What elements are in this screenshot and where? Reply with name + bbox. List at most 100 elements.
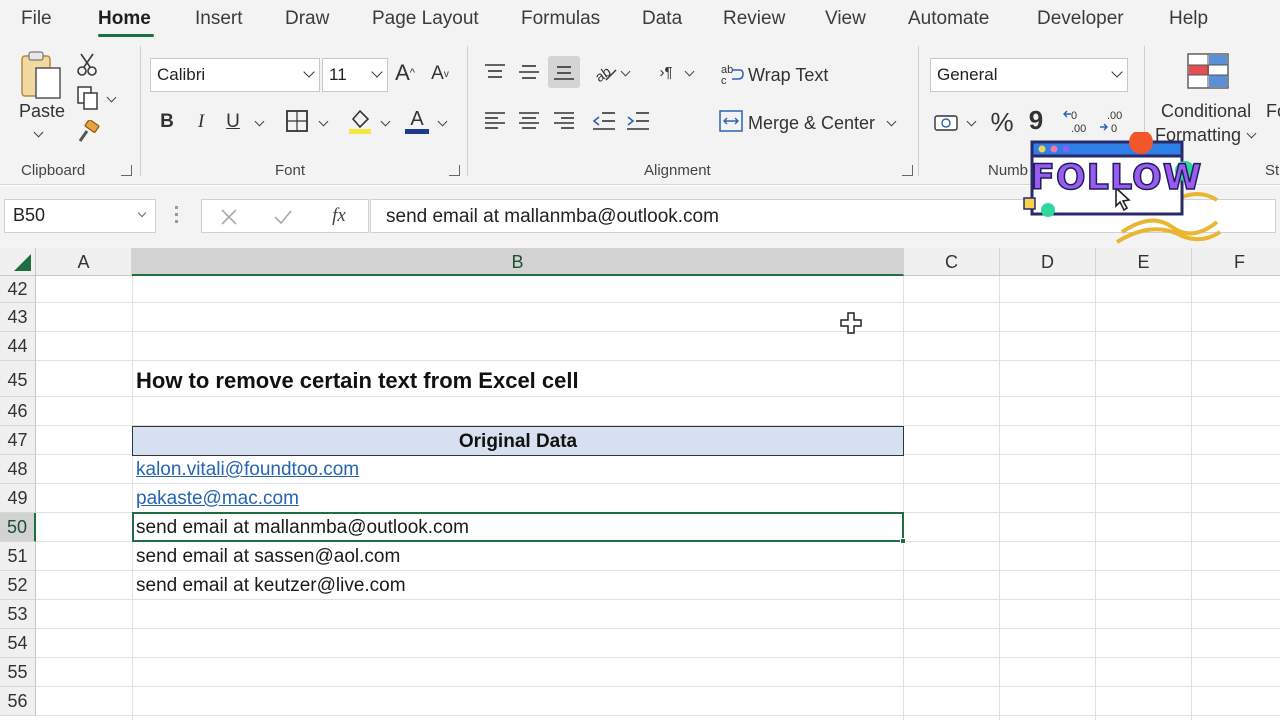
tab-help[interactable]: Help bbox=[1169, 8, 1208, 30]
follow-sticker[interactable]: FOLLOW bbox=[1022, 132, 1222, 244]
column-header-d[interactable]: D bbox=[1000, 248, 1096, 276]
copy-icon[interactable] bbox=[74, 84, 102, 112]
font-color-dropdown-icon[interactable] bbox=[437, 116, 448, 127]
name-box[interactable]: B50 bbox=[4, 199, 156, 233]
decrease-indent-icon[interactable] bbox=[590, 108, 618, 134]
orientation-icon[interactable]: ab bbox=[590, 58, 620, 86]
formula-bar-grip-icon[interactable] bbox=[175, 206, 178, 224]
tab-developer[interactable]: Developer bbox=[1037, 8, 1124, 30]
clipboard-launcher-icon[interactable] bbox=[121, 165, 132, 176]
column-header-c[interactable]: C bbox=[904, 248, 1000, 276]
paste-dropdown-icon[interactable] bbox=[33, 127, 44, 138]
increase-indent-icon[interactable] bbox=[624, 108, 652, 134]
tab-file[interactable]: File bbox=[21, 8, 52, 30]
bold-button[interactable]: B bbox=[156, 108, 178, 136]
tab-automate[interactable]: Automate bbox=[908, 8, 989, 30]
font-size-select[interactable]: 11 bbox=[322, 58, 388, 92]
row-header-43[interactable]: 43 bbox=[0, 303, 36, 332]
row-header-49[interactable]: 49 bbox=[0, 484, 36, 513]
paste-label[interactable]: Paste bbox=[19, 101, 65, 122]
column-header-f[interactable]: F bbox=[1192, 248, 1280, 276]
fill-color-icon[interactable] bbox=[346, 106, 374, 136]
conditional-dropdown-icon[interactable] bbox=[1246, 128, 1257, 139]
row-header-48[interactable]: 48 bbox=[0, 455, 36, 484]
cancel-entry-icon[interactable] bbox=[218, 206, 240, 228]
row-header-42[interactable]: 42 bbox=[0, 276, 36, 303]
wrap-text-label[interactable]: Wrap Text bbox=[748, 65, 828, 86]
tab-review[interactable]: Review bbox=[723, 8, 785, 30]
data-cell-b52[interactable]: send email at keutzer@live.com bbox=[136, 575, 406, 597]
decrease-font-size-icon[interactable]: Av bbox=[428, 60, 452, 88]
align-right-icon[interactable] bbox=[551, 108, 577, 134]
merge-center-icon[interactable] bbox=[718, 108, 744, 134]
row-header-44[interactable]: 44 bbox=[0, 332, 36, 361]
conditional-formatting-icon[interactable] bbox=[1186, 52, 1230, 90]
tab-home[interactable]: Home bbox=[98, 8, 151, 30]
orientation-dropdown-icon[interactable] bbox=[620, 66, 631, 77]
underline-button[interactable]: U bbox=[222, 108, 244, 136]
tab-draw[interactable]: Draw bbox=[285, 8, 329, 30]
clipboard-group-label: Clipboard bbox=[21, 162, 86, 179]
row-header-47[interactable]: 47 bbox=[0, 426, 36, 455]
data-cell-b49[interactable]: pakaste@mac.com bbox=[136, 488, 299, 510]
align-bottom-icon[interactable] bbox=[548, 56, 580, 88]
format-as-table-label[interactable]: Fo bbox=[1266, 101, 1280, 122]
align-top-icon[interactable] bbox=[482, 60, 508, 84]
borders-icon[interactable] bbox=[284, 108, 310, 134]
row-header-54[interactable]: 54 bbox=[0, 629, 36, 658]
spreadsheet-grid[interactable]: A B C D E F 42 43 44 45 46 47 48 49 50 5… bbox=[0, 248, 1280, 720]
column-header-b[interactable]: B bbox=[132, 248, 904, 276]
confirm-entry-icon[interactable] bbox=[272, 206, 294, 228]
tab-insert[interactable]: Insert bbox=[195, 8, 243, 30]
tab-view[interactable]: View bbox=[825, 8, 866, 30]
format-painter-icon[interactable] bbox=[74, 118, 102, 146]
sheet-title-cell[interactable]: How to remove certain text from Excel ce… bbox=[136, 368, 579, 394]
font-launcher-icon[interactable] bbox=[449, 165, 460, 176]
cut-icon[interactable] bbox=[74, 50, 100, 78]
row-header-45[interactable]: 45 bbox=[0, 361, 36, 397]
tab-page-layout[interactable]: Page Layout bbox=[372, 8, 479, 30]
align-center-icon[interactable] bbox=[516, 108, 542, 134]
merge-dropdown-icon[interactable] bbox=[886, 116, 897, 127]
fill-color-dropdown-icon[interactable] bbox=[380, 116, 391, 127]
column-header-e[interactable]: E bbox=[1096, 248, 1192, 276]
italic-button[interactable]: I bbox=[190, 108, 212, 136]
direction-dropdown-icon[interactable] bbox=[684, 66, 695, 77]
percent-style-button[interactable]: % bbox=[988, 106, 1016, 138]
paragraph-direction-icon[interactable]: ›¶ bbox=[652, 60, 680, 84]
active-cell-outline[interactable] bbox=[132, 512, 904, 542]
data-cell-b48[interactable]: kalon.vitali@foundtoo.com bbox=[136, 459, 359, 481]
accounting-format-icon[interactable] bbox=[932, 110, 962, 136]
font-name-select[interactable]: Calibri bbox=[150, 58, 320, 92]
align-middle-icon[interactable] bbox=[516, 60, 542, 84]
row-header-56[interactable]: 56 bbox=[0, 687, 36, 716]
row-header-52[interactable]: 52 bbox=[0, 571, 36, 600]
merge-center-label[interactable]: Merge & Center bbox=[748, 113, 875, 134]
conditional-formatting-label[interactable]: Conditional bbox=[1161, 101, 1251, 122]
align-left-icon[interactable] bbox=[482, 108, 508, 134]
borders-dropdown-icon[interactable] bbox=[318, 116, 329, 127]
alignment-launcher-icon[interactable] bbox=[902, 165, 913, 176]
row-header-50[interactable]: 50 bbox=[0, 513, 36, 542]
accounting-dropdown-icon[interactable] bbox=[966, 116, 977, 127]
column-header-a[interactable]: A bbox=[36, 248, 132, 276]
number-format-select[interactable]: General bbox=[930, 58, 1128, 92]
original-data-header-cell[interactable]: Original Data bbox=[132, 426, 904, 456]
select-all-button[interactable] bbox=[0, 248, 36, 276]
name-box-value: B50 bbox=[13, 205, 46, 225]
tab-data[interactable]: Data bbox=[642, 8, 682, 30]
increase-font-size-icon[interactable]: A ^ bbox=[392, 58, 418, 88]
underline-dropdown-icon[interactable] bbox=[254, 116, 265, 127]
row-header-53[interactable]: 53 bbox=[0, 600, 36, 629]
tab-formulas[interactable]: Formulas bbox=[521, 8, 600, 30]
row-header-55[interactable]: 55 bbox=[0, 658, 36, 687]
fill-handle[interactable] bbox=[900, 538, 906, 544]
insert-function-button[interactable]: fx bbox=[326, 203, 352, 229]
row-header-46[interactable]: 46 bbox=[0, 397, 36, 426]
row-header-51[interactable]: 51 bbox=[0, 542, 36, 571]
paste-icon[interactable] bbox=[14, 48, 68, 106]
data-cell-b51[interactable]: send email at sassen@aol.com bbox=[136, 546, 400, 568]
copy-dropdown-icon[interactable] bbox=[106, 92, 117, 103]
wrap-text-icon[interactable]: ab c bbox=[718, 60, 746, 88]
font-color-icon[interactable]: A bbox=[404, 106, 430, 136]
